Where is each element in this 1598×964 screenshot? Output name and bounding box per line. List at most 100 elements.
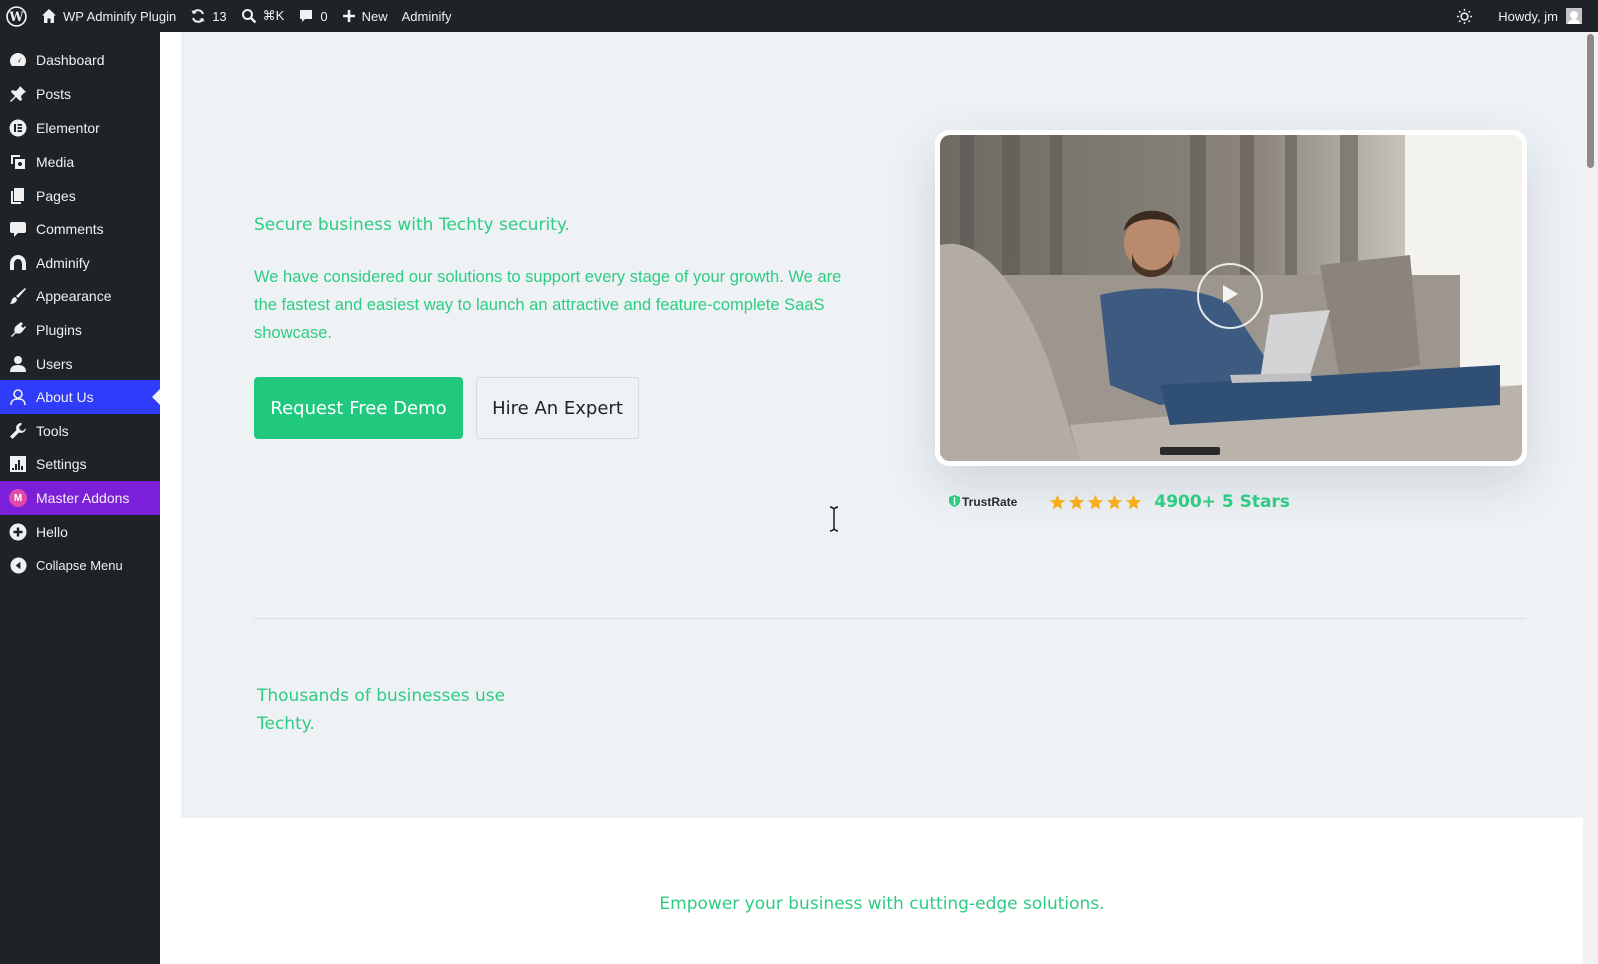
sidebar-item-label: Appearance (36, 288, 112, 304)
sidebar-item-settings[interactable]: Settings (0, 447, 160, 481)
section-divider (254, 618, 1526, 619)
search-icon (241, 8, 257, 24)
adminify-link[interactable]: Adminify (395, 0, 459, 32)
sidebar-item-label: Comments (36, 221, 104, 237)
sidebar-item-media[interactable]: Media (0, 145, 160, 179)
play-button[interactable] (1197, 263, 1263, 329)
wrench-icon (0, 422, 36, 440)
search-link[interactable]: ⌘K (234, 0, 292, 32)
sidebar-item-appearance[interactable]: Appearance (0, 279, 160, 313)
scrollbar-thumb[interactable] (1587, 34, 1594, 168)
about-icon (0, 388, 36, 406)
trust-rating: TrustRate 4900+ 5 Stars (949, 492, 1290, 512)
text-cursor-icon (829, 506, 839, 537)
star-icon (1088, 494, 1104, 509)
sidebar-item-plugins[interactable]: Plugins (0, 313, 160, 347)
plus-circle-icon (0, 523, 36, 541)
sidebar-item-posts[interactable]: Posts (0, 77, 160, 111)
paintbrush-icon (0, 287, 36, 305)
home-icon (41, 8, 57, 24)
comments-count: 0 (320, 8, 328, 24)
star-icon (1107, 494, 1123, 509)
comment-icon (298, 8, 314, 24)
dashboard-icon (0, 51, 36, 69)
search-shortcut: ⌘K (262, 8, 285, 23)
adminify-icon (0, 254, 36, 272)
features-section (181, 818, 1583, 964)
sidebar-item-tools[interactable]: Tools (0, 414, 160, 448)
sidebar-item-comments[interactable]: Comments (0, 212, 160, 246)
sidebar-item-label: Master Addons (36, 490, 130, 506)
video-card (935, 130, 1527, 466)
sidebar-item-adminify[interactable]: Adminify (0, 246, 160, 280)
trustrate-brand: TrustRate (962, 495, 1018, 509)
admin-sidebar: Dashboard Posts Elementor Media Pages Co… (0, 32, 160, 964)
adminify-label: Adminify (401, 8, 452, 24)
sidebar-item-users[interactable]: Users (0, 347, 160, 381)
hero-subtitle: Secure business with Techty security. (254, 215, 570, 235)
updates-icon (190, 8, 206, 24)
greeting: Howdy, jm (1498, 8, 1558, 24)
svg-text:W: W (8, 9, 24, 24)
sidebar-item-label: Pages (36, 188, 76, 204)
sidebar-item-dashboard[interactable]: Dashboard (0, 43, 160, 77)
hero-paragraph: We have considered our solutions to supp… (254, 268, 842, 342)
comments-link[interactable]: 0 (291, 0, 334, 32)
new-label: New (361, 8, 388, 24)
sidebar-item-label: Users (36, 356, 73, 372)
collapse-icon (0, 556, 36, 574)
sidebar-item-label: Elementor (36, 120, 100, 136)
sidebar-item-about-us[interactable]: About Us (0, 380, 160, 414)
sidebar-item-elementor[interactable]: Elementor (0, 111, 160, 145)
page-scrollbar[interactable] (1583, 32, 1598, 964)
avatar (1566, 8, 1582, 24)
sidebar-item-label: Plugins (36, 322, 82, 338)
sidebar-item-label: Adminify (36, 255, 90, 271)
wordpress-logo-icon[interactable]: W (0, 0, 34, 32)
sidebar-item-label: Collapse Menu (36, 557, 123, 573)
master-addons-icon: M (0, 489, 36, 507)
settings-icon (0, 455, 36, 473)
plugin-icon (0, 321, 36, 339)
trustrate-logo: TrustRate (949, 494, 1018, 510)
video-thumbnail[interactable] (940, 135, 1522, 461)
request-demo-button[interactable]: Request Free Demo (254, 377, 463, 439)
media-icon (0, 153, 36, 171)
star-icon (1126, 494, 1142, 509)
trustrate-shield-icon (949, 494, 960, 510)
user-icon (0, 355, 36, 373)
sidebar-item-label: Settings (36, 456, 87, 472)
sidebar-item-pages[interactable]: Pages (0, 179, 160, 213)
pushpin-icon (0, 85, 36, 103)
play-icon (1221, 284, 1239, 309)
rating-text: 4900+ 5 Stars (1154, 492, 1290, 512)
sidebar-item-label: Posts (36, 86, 72, 102)
star-icon (1050, 494, 1066, 509)
sidebar-item-label: Dashboard (36, 52, 105, 68)
hero-section: Secure business with Techty security. We… (181, 32, 1583, 818)
hire-expert-button[interactable]: Hire An Expert (476, 377, 639, 439)
account-menu[interactable]: Howdy, jm (1491, 0, 1598, 32)
updates-link[interactable]: 13 (183, 0, 233, 32)
collapse-menu-button[interactable]: Collapse Menu (0, 548, 160, 582)
sidebar-item-label: Tools (36, 423, 69, 439)
elementor-icon (0, 119, 36, 137)
features-heading: Empower your business with cutting-edge … (659, 894, 1105, 914)
sidebar-item-label: About Us (36, 389, 94, 405)
comment-icon (0, 220, 36, 238)
sidebar-item-hello[interactable]: Hello (0, 515, 160, 549)
site-name: WP Adminify Plugin (63, 8, 177, 24)
site-name-link[interactable]: WP Adminify Plugin (34, 0, 183, 32)
main-content: Secure business with Techty security. We… (160, 32, 1583, 964)
pages-icon (0, 187, 36, 205)
plus-icon (342, 9, 356, 23)
sidebar-item-master-addons[interactable]: M Master Addons (0, 481, 160, 515)
sun-icon (1456, 8, 1473, 25)
updates-count: 13 (212, 8, 227, 24)
star-icon (1069, 494, 1085, 509)
star-rating (1049, 494, 1142, 511)
new-content-link[interactable]: New (335, 0, 395, 32)
theme-toggle[interactable] (1449, 0, 1491, 32)
sidebar-item-label: Media (36, 154, 75, 170)
admin-bar: W WP Adminify Plugin 13 ⌘K 0 New Adminif… (0, 0, 1598, 32)
